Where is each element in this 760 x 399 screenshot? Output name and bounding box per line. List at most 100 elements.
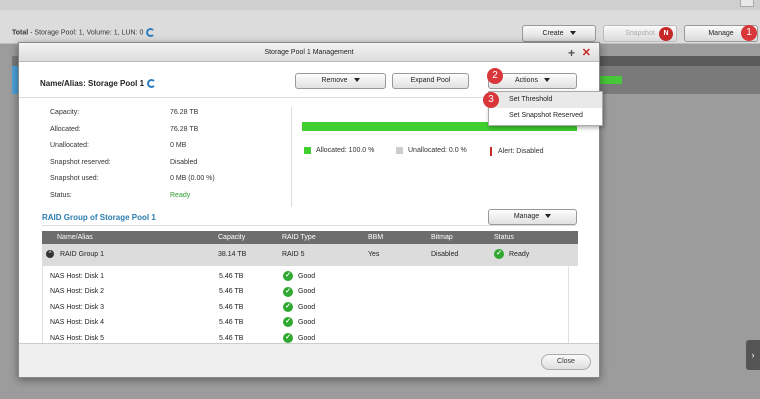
info-row-unallocated: Unallocated: 0 MB <box>50 142 215 159</box>
check-icon: ✓ <box>283 301 293 312</box>
expand-pool-button[interactable]: Expand Pool <box>392 73 469 89</box>
check-icon: ✓ <box>494 249 504 260</box>
info-key: Allocated: <box>50 125 81 133</box>
refresh-icon[interactable] <box>147 79 157 89</box>
disk-name: NAS Host: Disk 2 <box>50 288 105 296</box>
raid-group-status: ✓ Ready <box>494 244 529 266</box>
raid-group-status-label: Ready <box>509 251 530 258</box>
info-key: Capacity: <box>50 109 80 116</box>
step-marker-3: 3 <box>483 92 499 108</box>
legend-unallocated-label: Unallocated: 0.0 % <box>408 147 467 154</box>
info-row-status: Status: Ready <box>50 192 215 209</box>
total-label: Total <box>12 29 29 37</box>
raid-manage-button[interactable]: Manage <box>488 209 577 225</box>
disk-status: ✓ Good <box>283 284 315 299</box>
disk-name: NAS Host: Disk 4 <box>50 319 105 327</box>
check-icon: ✓ <box>283 317 293 328</box>
info-value: 0 MB <box>170 142 187 150</box>
disk-status-label: Good <box>298 273 316 280</box>
manage-label: Manage <box>708 30 734 37</box>
remove-label: Remove <box>321 77 348 84</box>
column-header: Capacity <box>218 234 246 241</box>
disk-name: NAS Host: Disk 3 <box>50 303 105 311</box>
disk-row[interactable]: NAS Host: Disk 3 5.46 TB ✓ Good <box>43 300 568 315</box>
close-icon[interactable]: ✕ <box>582 44 591 63</box>
info-key: Status: <box>50 191 72 199</box>
disk-status: ✓ Good <box>283 300 315 315</box>
disk-row[interactable]: NAS Host: Disk 4 5.46 TB ✓ Good <box>43 315 568 330</box>
collapse-icon[interactable]: ^ <box>46 250 54 259</box>
legend-unallocated: Unallocated: 0.0 % <box>396 147 467 154</box>
chevron-down-icon <box>545 214 552 219</box>
check-icon: ✓ <box>283 271 293 282</box>
disk-status-label: Good <box>298 303 316 311</box>
disk-status: ✓ Good <box>283 315 315 330</box>
disk-capacity: 5.46 TB <box>219 273 244 280</box>
column-header: Name/Alias <box>57 234 93 241</box>
notification-badge: N <box>659 27 673 41</box>
dialog-title: Storage Pool 1 Management <box>264 49 354 56</box>
usage-bar <box>600 76 622 84</box>
disk-row[interactable]: NAS Host: Disk 2 5.46 TB ✓ Good <box>43 284 568 299</box>
info-key: Snapshot reserved: <box>50 158 111 166</box>
create-button[interactable]: Create <box>522 25 596 42</box>
expand-pool-label: Expand Pool <box>410 77 451 84</box>
info-row-capacity: Capacity: 76.28 TB <box>50 109 215 126</box>
info-value: 76.28 TB <box>170 109 199 116</box>
divider <box>42 225 576 226</box>
actions-menu: Set Threshold Set Snapshot Reserved <box>488 91 603 126</box>
step-marker-1: 1 <box>741 25 757 41</box>
info-key: Snapshot used: <box>50 175 99 183</box>
top-right-tab <box>740 0 754 7</box>
dialog-footer: Close <box>19 343 599 377</box>
top-strip <box>0 0 760 10</box>
close-button[interactable]: Close <box>541 354 591 370</box>
info-row-snapshot-reserved: Snapshot reserved: Disabled <box>50 159 215 176</box>
actions-label: Actions <box>515 77 538 84</box>
disk-list: NAS Host: Disk 1 5.46 TB ✓ Good NAS Host:… <box>42 266 569 346</box>
vertical-divider <box>291 107 292 207</box>
legend-allocated: Allocated: 100.0 % <box>304 147 374 154</box>
raid-table-header: Name/Alias Capacity RAID Type BBM Bitmap… <box>42 231 578 244</box>
dialog-title-bar: Storage Pool 1 Management + ✕ <box>19 43 599 62</box>
chevron-down-icon <box>543 78 550 83</box>
legend-alert: Alert: Disabled <box>490 147 544 156</box>
raid-group-row[interactable]: ^ RAID Group 1 38.14 TB RAID 5 Yes Disabl… <box>42 244 578 266</box>
total-summary-text: - Storage Pool: 1, Volume: 1, LUN: 0 <box>28 29 144 37</box>
raid-group-label: RAID Group 1 <box>60 251 104 258</box>
maximize-icon[interactable]: + <box>568 44 575 63</box>
column-header: RAID Type <box>282 234 316 241</box>
disk-row[interactable]: NAS Host: Disk 1 5.46 TB ✓ Good <box>43 269 568 284</box>
menu-item-set-threshold[interactable]: Set Threshold <box>489 92 602 108</box>
info-value: 0 MB (0.00 %) <box>170 175 215 183</box>
snapshot-label: Snapshot <box>625 30 655 37</box>
info-value: 76.28 TB <box>170 125 199 133</box>
raid-group-type: RAID 5 <box>282 251 305 258</box>
refresh-icon[interactable] <box>146 28 156 37</box>
storage-pool-dialog: Storage Pool 1 Management + ✕ Name/Alias… <box>18 42 603 378</box>
raid-group-name: ^ RAID Group 1 <box>46 244 104 266</box>
status-value: Ready <box>170 191 191 199</box>
column-header: Status <box>494 234 514 241</box>
remove-button[interactable]: Remove <box>295 73 386 89</box>
disk-status-label: Good <box>298 288 316 296</box>
pool-name-label: Name/Alias: Storage Pool 1 <box>40 79 145 88</box>
disk-capacity: 5.46 TB <box>219 288 244 296</box>
disk-status-label: Good <box>298 319 316 327</box>
info-key: Unallocated: <box>50 142 89 150</box>
legend-allocated-label: Allocated: 100.0 % <box>316 147 375 154</box>
legend-alert-label: Alert: Disabled <box>498 148 544 155</box>
chevron-down-icon <box>569 31 576 36</box>
disk-status: ✓ Good <box>283 269 315 284</box>
menu-item-set-snapshot-reserved[interactable]: Set Snapshot Reserved <box>489 108 602 124</box>
info-value: Disabled <box>170 158 198 166</box>
chevron-down-icon <box>353 78 360 83</box>
pool-name: Name/Alias: Storage Pool 1 <box>40 79 157 89</box>
side-panel-toggle[interactable]: › <box>746 340 760 370</box>
disk-status-label: Good <box>298 334 316 342</box>
alert-marker <box>490 147 492 156</box>
info-row-snapshot-used: Snapshot used: 0 MB (0.00 %) <box>50 175 215 192</box>
disk-capacity: 5.46 TB <box>219 303 244 311</box>
disk-name: NAS Host: Disk 1 <box>50 273 105 280</box>
info-row-allocated: Allocated: 76.28 TB <box>50 126 215 143</box>
